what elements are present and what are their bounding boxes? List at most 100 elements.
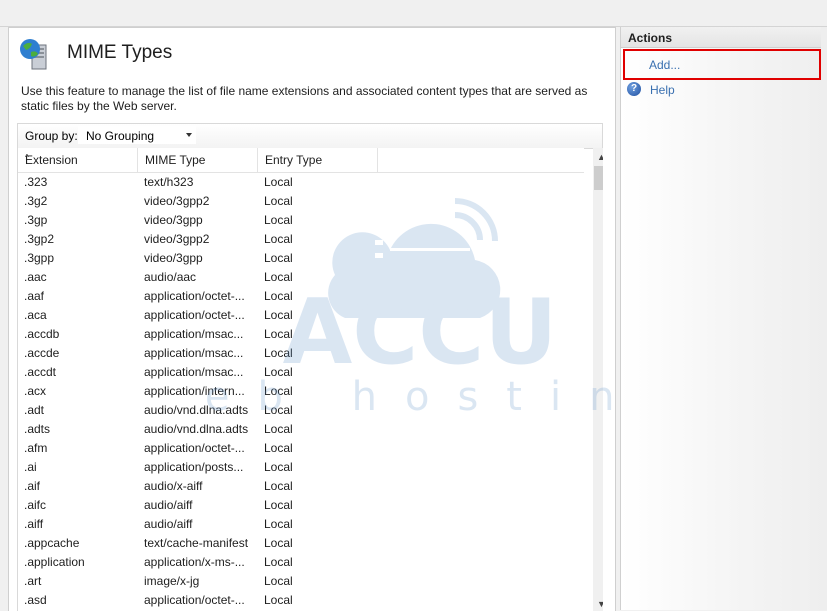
table-row[interactable]: .ai application/posts... Local <box>18 458 584 477</box>
table-row[interactable]: .afm application/octet-... Local <box>18 439 584 458</box>
list-header: ^ Extension MIME Type Entry Type <box>18 148 584 173</box>
group-by-value: No Grouping <box>86 129 155 143</box>
entry-type-cell: Local <box>264 479 293 493</box>
feature-pane: MIME Types Use this feature to manage th… <box>8 27 616 611</box>
mime-type-cell: application/msac... <box>144 327 244 341</box>
entry-type-cell: Local <box>264 384 293 398</box>
extension-cell: .aaf <box>24 289 45 303</box>
mime-type-cell: audio/aiff <box>144 517 193 531</box>
vertical-scrollbar[interactable]: ▲ ▼ <box>593 148 603 611</box>
table-row[interactable]: .aca application/octet-... Local <box>18 306 584 325</box>
mime-type-cell: application/octet-... <box>144 289 245 303</box>
table-row[interactable]: .application application/x-ms-... Local <box>18 553 584 572</box>
mime-types-icon <box>20 39 47 70</box>
extension-cell: .afm <box>24 441 48 455</box>
mime-type-cell: text/cache-manifest <box>144 536 249 550</box>
table-row[interactable]: .acx application/intern... Local <box>18 382 584 401</box>
entry-type-cell: Local <box>264 460 293 474</box>
extension-cell: .adt <box>24 403 45 417</box>
extension-cell: .3gp <box>24 213 48 227</box>
table-row[interactable]: .accdt application/msac... Local <box>18 363 584 382</box>
group-by-bar: Group by: No Grouping <box>17 123 603 149</box>
scroll-down-icon[interactable]: ▼ <box>597 599 603 609</box>
extension-cell: .adts <box>24 422 51 436</box>
entry-type-cell: Local <box>264 422 293 436</box>
mime-type-cell: audio/vnd.dlna.adts <box>144 422 249 436</box>
entry-type-cell: Local <box>264 194 293 208</box>
extension-cell: .appcache <box>24 536 80 550</box>
mime-type-cell: application/posts... <box>144 460 244 474</box>
entry-type-cell: Local <box>264 555 293 569</box>
table-row[interactable]: .aac audio/aac Local <box>18 268 584 287</box>
chevron-down-icon <box>186 133 192 137</box>
extension-cell: .asd <box>24 593 47 607</box>
mime-type-cell: image/x-jg <box>144 574 200 588</box>
table-row[interactable]: .aaf application/octet-... Local <box>18 287 584 306</box>
extension-cell: .aifc <box>24 498 47 512</box>
group-by-dropdown[interactable]: No Grouping <box>78 126 196 144</box>
extension-cell: .aif <box>24 479 41 493</box>
extension-cell: .application <box>24 555 85 569</box>
page-title: MIME Types <box>67 42 173 63</box>
mime-type-cell: application/x-ms-... <box>144 555 245 569</box>
table-row[interactable]: .aif audio/x-aiff Local <box>18 477 584 496</box>
table-row[interactable]: .3gp2 video/3gpp2 Local <box>18 230 584 249</box>
extension-cell: .accdb <box>24 327 60 341</box>
entry-type-cell: Local <box>264 251 293 265</box>
mime-type-cell: application/msac... <box>144 365 244 379</box>
table-row[interactable]: .accde application/msac... Local <box>18 344 584 363</box>
extension-cell: .accdt <box>24 365 57 379</box>
column-header-entry-type[interactable]: Entry Type <box>258 148 378 172</box>
extension-cell: .aca <box>24 308 47 322</box>
mime-type-cell: audio/aac <box>144 270 197 284</box>
add-action-link[interactable]: Add... <box>649 58 680 72</box>
page-description: Use this feature to manage the list of f… <box>21 84 588 113</box>
column-header-mime-type[interactable]: MIME Type <box>138 148 258 172</box>
table-row[interactable]: .appcache text/cache-manifest Local <box>18 534 584 553</box>
mime-type-cell: audio/vnd.dlna.adts <box>144 403 249 417</box>
mime-type-cell: video/3gpp2 <box>144 232 210 246</box>
help-icon[interactable]: ? <box>627 82 641 96</box>
table-row[interactable]: .asd application/octet-... Local <box>18 591 584 610</box>
scrollbar-thumb[interactable] <box>594 166 603 190</box>
mime-type-cell: video/3gpp2 <box>144 194 210 208</box>
entry-type-cell: Local <box>264 403 293 417</box>
mime-type-cell: video/3gpp <box>144 251 203 265</box>
table-row[interactable]: .323 text/h323 Local <box>18 173 584 192</box>
entry-type-cell: Local <box>264 574 293 588</box>
table-row[interactable]: .adts audio/vnd.dlna.adts Local <box>18 420 584 439</box>
table-row[interactable]: .aiff audio/aiff Local <box>18 515 584 534</box>
table-row[interactable]: .3gpp video/3gpp Local <box>18 249 584 268</box>
table-row[interactable]: .art image/x-jg Local <box>18 572 584 591</box>
extension-cell: .accde <box>24 346 60 360</box>
actions-header: Actions <box>621 27 821 48</box>
mime-type-cell: application/octet-... <box>144 308 245 322</box>
table-row[interactable]: .aifc audio/aiff Local <box>18 496 584 515</box>
title-bar <box>0 0 827 27</box>
mime-type-cell: audio/aiff <box>144 498 193 512</box>
column-header-extension[interactable]: ^ Extension <box>18 148 138 172</box>
table-row[interactable]: .3gp video/3gpp Local <box>18 211 584 230</box>
extension-cell: .acx <box>24 384 47 398</box>
help-action-link[interactable]: Help <box>650 83 675 97</box>
entry-type-cell: Local <box>264 536 293 550</box>
mime-type-cell: video/3gpp <box>144 213 203 227</box>
actions-pane: Actions Add... ? Help <box>620 27 827 610</box>
table-row[interactable]: .accdb application/msac... Local <box>18 325 584 344</box>
extension-cell: .3gpp <box>24 251 55 265</box>
entry-type-cell: Local <box>264 175 293 189</box>
table-row[interactable]: .3g2 video/3gpp2 Local <box>18 192 584 211</box>
mime-type-cell: application/intern... <box>144 384 245 398</box>
table-row[interactable]: .adt audio/vnd.dlna.adts Local <box>18 401 584 420</box>
mime-type-cell: audio/x-aiff <box>144 479 203 493</box>
extension-cell: .ai <box>24 460 37 474</box>
entry-type-cell: Local <box>264 346 293 360</box>
entry-type-cell: Local <box>264 441 293 455</box>
entry-type-cell: Local <box>264 213 293 227</box>
extension-cell: .aiff <box>24 517 44 531</box>
scroll-up-icon[interactable]: ▲ <box>597 152 603 162</box>
mime-type-cell: application/octet-... <box>144 441 245 455</box>
mime-type-cell: application/msac... <box>144 346 244 360</box>
list-rows: .323 text/h323 Local .3g2 video/3gpp2 Local .3… <box>18 173 584 610</box>
entry-type-cell: Local <box>264 365 293 379</box>
